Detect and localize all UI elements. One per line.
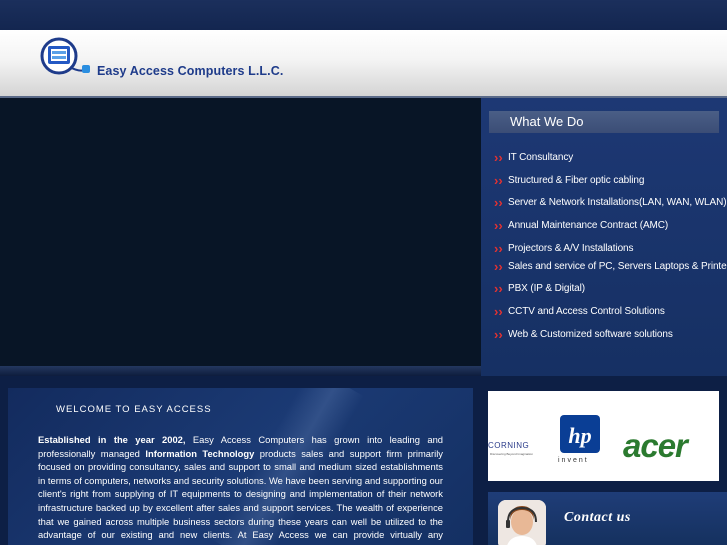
services-panel: What We Do ›› IT Consultancy ›› Structur… (481, 98, 727, 376)
banner-footer-strip (0, 366, 481, 376)
welcome-body: Established in the year 2002, Easy Acces… (38, 433, 443, 545)
hp-logo-icon[interactable]: hp (554, 415, 608, 461)
company-name[interactable]: Easy Access Computers L.L.C. (97, 64, 283, 78)
established-text: Established in the year 2002, (38, 434, 186, 445)
svg-text:hp: hp (568, 423, 591, 448)
corning-tagline: Discovering Beyond Imagination (490, 452, 534, 456)
services-list: ›› IT Consultancy ›› Structured & Fiber … (481, 98, 727, 376)
chevron-right-icon: ›› (494, 173, 503, 188)
hero-banner (0, 98, 481, 366)
chevron-right-icon: ›› (494, 195, 503, 210)
contact-banner[interactable]: Contact us (488, 492, 727, 545)
welcome-text-2: products sales and support firm primaril… (38, 447, 443, 545)
chevron-right-icon: ›› (494, 259, 503, 274)
service-label: PBX (IP & Digital) (508, 283, 585, 294)
hp-tagline: invent (558, 457, 589, 464)
service-label: Structured & Fiber optic cabling (508, 175, 645, 186)
site-header: Easy Access Computers L.L.C. (0, 30, 727, 98)
welcome-title: WELCOME TO EASY ACCESS (56, 404, 212, 415)
partner-logos: CORNING Discovering Beyond Imagination h… (488, 391, 719, 481)
support-agent-icon (498, 500, 546, 545)
corning-logo[interactable]: CORNING (488, 441, 529, 450)
chevron-right-icon: ›› (494, 150, 503, 165)
acer-logo[interactable]: acer (623, 427, 688, 465)
service-label: Server & Network Installations(LAN, WAN,… (508, 197, 727, 208)
chevron-right-icon: ›› (494, 241, 503, 256)
service-label: IT Consultancy (508, 152, 574, 163)
it-text: Information Technology (145, 447, 255, 459)
company-logo-icon[interactable] (40, 37, 90, 79)
contact-us-label[interactable]: Contact us (564, 510, 631, 526)
service-label: Web & Customized software solutions (508, 329, 673, 340)
chevron-right-icon: ›› (494, 304, 503, 319)
welcome-panel: WELCOME TO EASY ACCESS Established in th… (8, 388, 473, 545)
chevron-right-icon: ›› (494, 218, 503, 233)
chevron-right-icon: ›› (494, 327, 503, 342)
service-label: Projectors & A/V Installations (508, 243, 634, 254)
top-bar (0, 0, 727, 30)
service-label: Sales and service of PC, Servers Laptops… (508, 261, 727, 272)
chevron-right-icon: ›› (494, 281, 503, 296)
service-label: Annual Maintenance Contract (AMC) (508, 220, 669, 231)
service-label: CCTV and Access Control Solutions (508, 306, 665, 317)
